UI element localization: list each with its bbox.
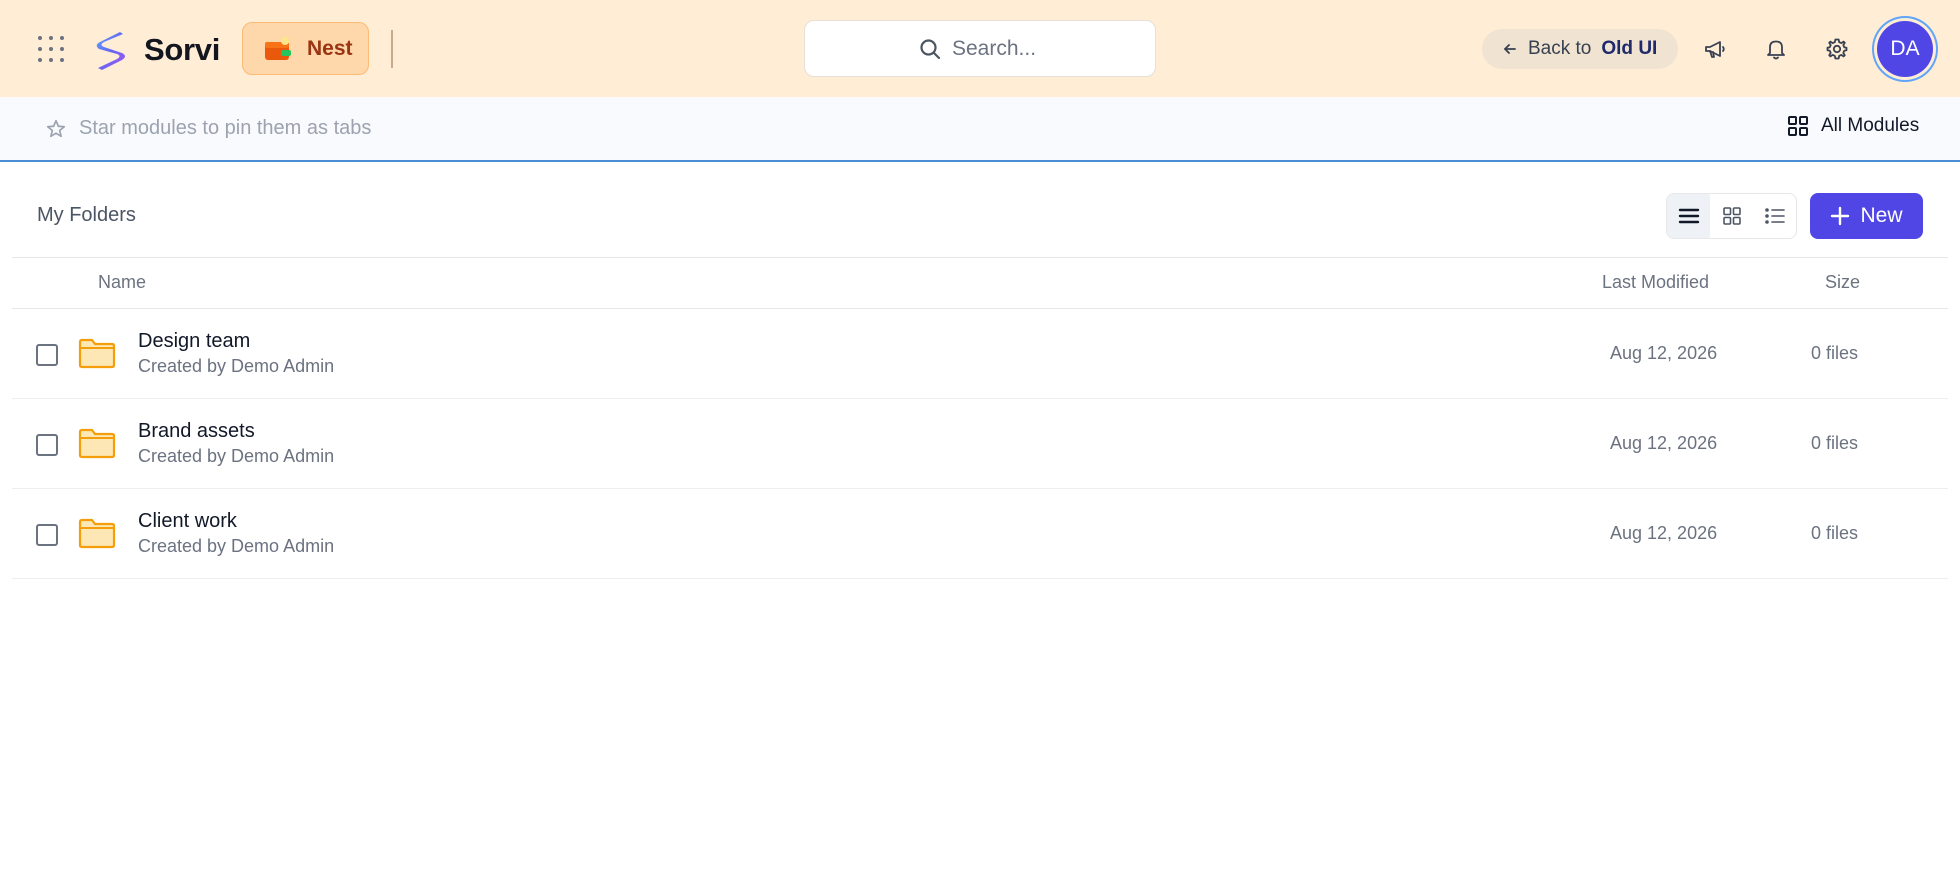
view-compact-button[interactable] <box>1753 194 1796 238</box>
back-to-old-ui-button[interactable]: Back to Old UI <box>1482 29 1678 69</box>
page-title: My Folders <box>37 204 136 226</box>
folder-size: 0 files <box>1811 343 1859 363</box>
megaphone-icon <box>1705 41 1725 58</box>
folder-icon <box>78 338 116 369</box>
pin-hint: Star modules to pin them as tabs <box>45 117 371 140</box>
folder-icon <box>78 518 116 549</box>
user-avatar[interactable]: DA <box>1877 21 1933 77</box>
back-target: Old UI <box>1601 38 1658 59</box>
search-box[interactable] <box>804 20 1156 77</box>
folder-size: 0 files <box>1811 523 1859 543</box>
nest-wallet-icon <box>265 36 291 60</box>
folders-table: Name Last Modified Size Design team Crea… <box>12 257 1948 579</box>
pin-hint-text: Star modules to pin them as tabs <box>79 117 372 139</box>
table-row[interactable]: Client work Created by Demo Admin Aug 12… <box>12 489 1948 579</box>
column-name[interactable]: Name <box>98 272 146 293</box>
all-modules-label: All Modules <box>1821 115 1920 136</box>
table-row[interactable]: Brand assets Created by Demo Admin Aug 1… <box>12 399 1948 489</box>
folder-modified: Aug 12, 2026 <box>1610 343 1718 363</box>
header-divider <box>391 30 393 68</box>
module-switcher-nest[interactable]: Nest <box>242 22 369 75</box>
search-icon <box>920 38 941 59</box>
column-last-modified[interactable]: Last Modified <box>1602 272 1709 293</box>
brand-name: Sorvi <box>144 32 221 67</box>
column-size[interactable]: Size <box>1825 272 1860 293</box>
search-input[interactable] <box>952 36 1042 61</box>
view-toggle <box>1666 193 1797 239</box>
row-checkbox[interactable] <box>36 344 58 366</box>
row-checkbox[interactable] <box>36 524 58 546</box>
folder-size: 0 files <box>1811 433 1859 453</box>
new-button[interactable]: New <box>1810 193 1923 239</box>
view-list-button[interactable] <box>1667 194 1710 238</box>
bullet-list-icon <box>1764 208 1785 224</box>
folder-creator: Created by Demo Admin <box>138 446 335 466</box>
table-row[interactable]: Design team Created by Demo Admin Aug 12… <box>12 309 1948 399</box>
back-prefix: Back to <box>1528 38 1592 59</box>
sorvi-logo-icon <box>96 32 125 70</box>
bell-icon <box>1767 40 1785 60</box>
folder-icon <box>78 428 116 459</box>
arrow-left-icon <box>1504 44 1516 54</box>
settings-button[interactable] <box>1818 30 1856 68</box>
list-icon <box>1678 208 1699 224</box>
top-header: Sorvi Nest Back to Old UI <box>0 0 1960 97</box>
folder-name[interactable]: Client work <box>138 510 237 533</box>
module-name: Nest <box>307 36 353 60</box>
apps-grid-icon[interactable] <box>38 36 64 62</box>
avatar-initials: DA <box>1890 37 1920 60</box>
new-button-label: New <box>1860 204 1903 227</box>
folder-modified: Aug 12, 2026 <box>1610 523 1718 543</box>
star-icon <box>46 119 66 137</box>
gear-icon <box>1826 38 1848 60</box>
notifications-button[interactable] <box>1757 30 1795 68</box>
pinned-modules-bar: Star modules to pin them as tabs All Mod… <box>0 97 1960 162</box>
grid-icon <box>1788 116 1808 136</box>
plus-icon <box>1831 206 1850 226</box>
folder-name[interactable]: Brand assets <box>138 420 255 443</box>
row-checkbox[interactable] <box>36 434 58 456</box>
view-grid-button[interactable] <box>1710 194 1753 238</box>
announcements-button[interactable] <box>1696 30 1734 68</box>
brand[interactable]: Sorvi <box>90 28 220 72</box>
folder-creator: Created by Demo Admin <box>138 356 335 376</box>
folder-creator: Created by Demo Admin <box>138 536 335 556</box>
all-modules-button[interactable]: All Modules <box>1787 115 1919 137</box>
grid-icon <box>1722 207 1741 225</box>
folder-modified: Aug 12, 2026 <box>1610 433 1718 453</box>
folder-name[interactable]: Design team <box>138 330 250 353</box>
table-header: Name Last Modified Size <box>12 257 1948 309</box>
